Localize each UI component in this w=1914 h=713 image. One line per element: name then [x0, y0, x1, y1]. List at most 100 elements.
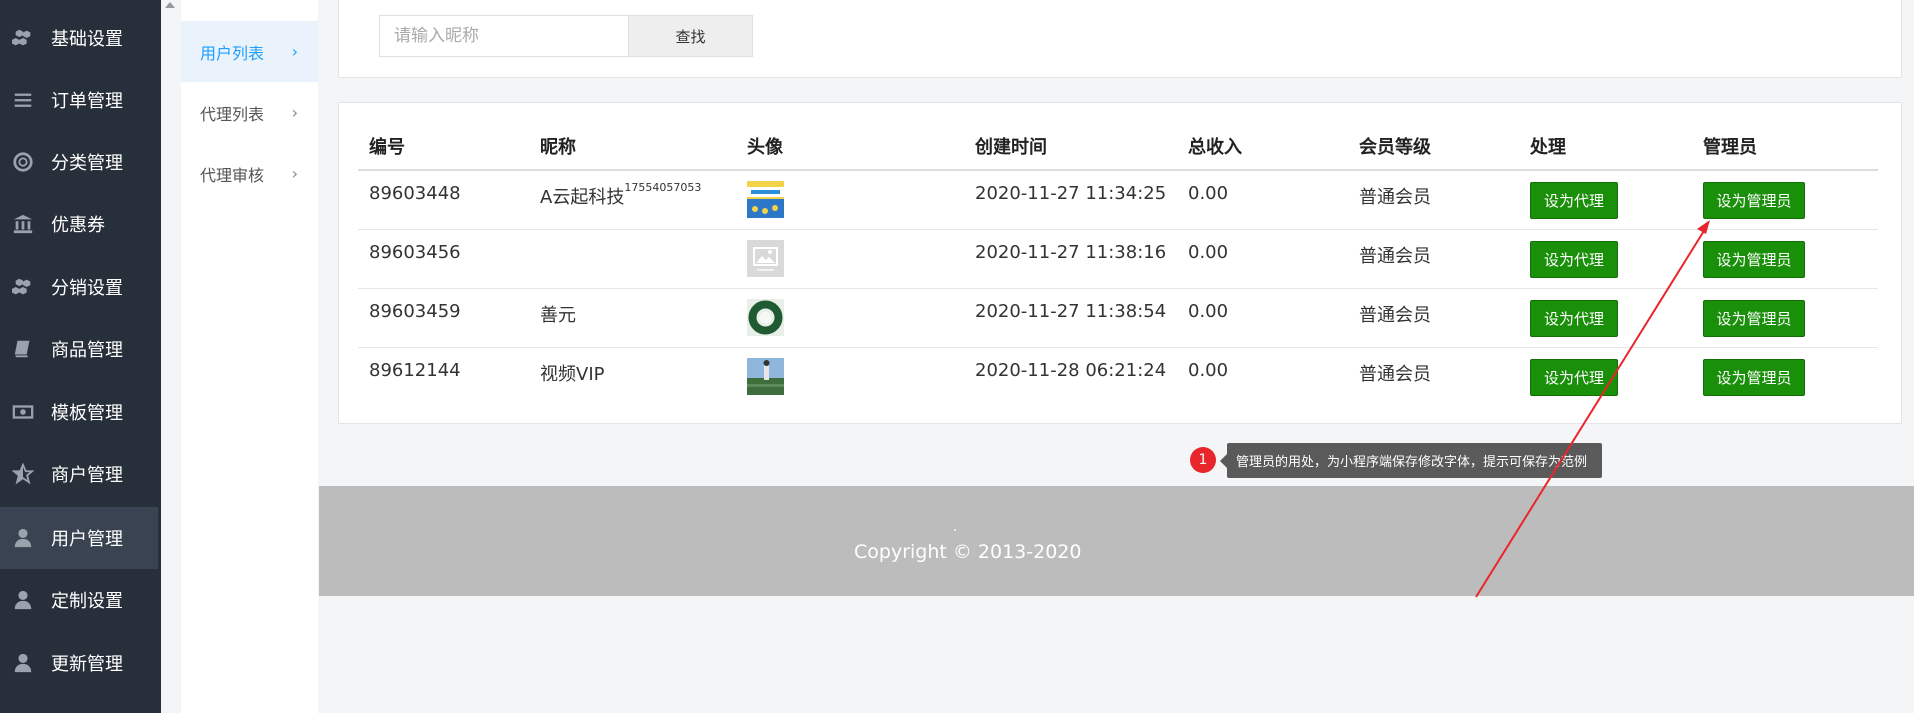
created-time: 2020-11-27 11:34:25: [975, 183, 1167, 204]
admin-cell: 设为管理员: [1692, 348, 1878, 407]
chevron-right-icon: ›: [291, 164, 298, 183]
total-income: 0.00: [1188, 183, 1229, 204]
sidebar-item-merchants[interactable]: 商户管理: [0, 443, 158, 505]
nickname-text: A云起科技: [540, 187, 625, 208]
table-row: 89612144 视频VIP 2020-11-28 06:21:24 0.00 …: [358, 348, 1878, 407]
lifebuoy-icon: [12, 151, 34, 173]
action-cell: 设为代理: [1519, 289, 1692, 347]
member-level: 普通会员: [1359, 305, 1431, 326]
sidebar-item-label: 商品管理: [51, 340, 123, 361]
admin-cell: 设为管理员: [1692, 171, 1878, 229]
set-agent-button[interactable]: 设为代理: [1530, 359, 1618, 396]
set-admin-button[interactable]: 设为管理员: [1703, 300, 1805, 337]
member-level: 普通会员: [1359, 246, 1431, 267]
book-icon: [12, 338, 34, 360]
submenu-item-label: 代理列表: [200, 104, 265, 124]
sidebar-item-updates[interactable]: 更新管理: [0, 632, 158, 694]
admin-cell: 设为管理员: [1692, 230, 1878, 288]
submenu-item-agent-list[interactable]: 代理列表 ›: [181, 82, 318, 143]
sidebar-item-label: 用户管理: [51, 529, 123, 550]
user-icon: [12, 652, 34, 674]
column-header: 头像: [747, 137, 783, 158]
column-header: 编号: [369, 137, 405, 158]
sidebar-item-label: 订单管理: [51, 91, 123, 112]
star-half-icon: [12, 463, 34, 485]
column-header: 管理员: [1703, 137, 1757, 158]
main-sidebar: 基础设置 订单管理 分类管理 优惠券 分销设置 商品管理 模板管理 商户管理 用…: [0, 0, 161, 713]
user-id: 89612144: [369, 360, 461, 381]
nickname-phone: 17554057053: [624, 181, 702, 194]
user-avatar-cell: [736, 171, 964, 229]
user-nickname: A云起科技17554057053: [529, 171, 736, 229]
sidebar-item-custom-settings[interactable]: 定制设置: [0, 569, 158, 631]
set-agent-button[interactable]: 设为代理: [1530, 182, 1618, 219]
user-table: 编号 昵称 头像 创建时间 总收入 会员等级 处理 管理员 89603448 A…: [358, 123, 1878, 407]
user-id: 89603448: [369, 183, 461, 204]
set-agent-button[interactable]: 设为代理: [1530, 300, 1618, 337]
sidebar-item-users[interactable]: 用户管理: [0, 507, 158, 569]
submenu-item-label: 用户列表: [200, 43, 265, 63]
sidebar-item-label: 分销设置: [51, 278, 123, 299]
sidebar-item-coupons[interactable]: 优惠券: [0, 193, 158, 255]
action-cell: 设为代理: [1519, 171, 1692, 229]
avatar: [747, 358, 784, 395]
set-admin-button[interactable]: 设为管理员: [1703, 359, 1805, 396]
user-avatar-cell: [736, 230, 964, 288]
submenu-item-user-list[interactable]: 用户列表 ›: [181, 21, 318, 82]
sidebar-item-label: 优惠券: [51, 215, 105, 236]
created-time: 2020-11-27 11:38:54: [975, 301, 1167, 322]
cubes-icon: [12, 276, 34, 298]
search-input[interactable]: [379, 15, 629, 57]
user-icon: [12, 527, 34, 549]
table-header: 编号 昵称 头像 创建时间 总收入 会员等级 处理 管理员: [358, 123, 1878, 171]
action-cell: 设为代理: [1519, 348, 1692, 407]
user-nickname: [529, 230, 736, 288]
sidebar-item-label: 商户管理: [51, 465, 123, 486]
page-footer: . Copyright © 2013-2020: [319, 486, 1914, 596]
user-nickname: 善元: [540, 305, 576, 326]
created-time: 2020-11-27 11:38:16: [975, 242, 1167, 263]
sidebar-item-label: 定制设置: [51, 591, 123, 612]
sidebar-item-products[interactable]: 商品管理: [0, 318, 158, 380]
money-icon: [12, 401, 34, 423]
member-level: 普通会员: [1359, 364, 1431, 385]
sidebar-item-basic-settings[interactable]: 基础设置: [0, 7, 158, 69]
cubes-icon: [12, 27, 34, 49]
annotation-tooltip: 管理员的用处，为小程序端保存修改字体，提示可保存为范例: [1220, 443, 1602, 478]
scrollbar[interactable]: [161, 0, 181, 713]
total-income: 0.00: [1188, 301, 1229, 322]
user-avatar-cell: [736, 289, 964, 347]
sidebar-item-distribution[interactable]: 分销设置: [0, 256, 158, 318]
column-header: 昵称: [540, 137, 576, 158]
bank-icon: [12, 213, 34, 235]
avatar: [747, 299, 784, 336]
column-header: 总收入: [1188, 137, 1242, 158]
table-row: 89603456 2020-11-27 11:38:16 0.00 普通会员 设…: [358, 230, 1878, 289]
set-admin-button[interactable]: 设为管理员: [1703, 182, 1805, 219]
scroll-up-icon[interactable]: [165, 2, 175, 8]
sidebar-item-orders[interactable]: 订单管理: [0, 69, 158, 131]
sub-menu: 用户列表 › 代理列表 › 代理审核 ›: [181, 0, 318, 713]
sidebar-item-categories[interactable]: 分类管理: [0, 131, 158, 193]
column-header: 处理: [1530, 137, 1566, 158]
sidebar-item-templates[interactable]: 模板管理: [0, 381, 158, 443]
footer-dot: .: [953, 519, 958, 535]
action-cell: 设为代理: [1519, 230, 1692, 288]
set-agent-button[interactable]: 设为代理: [1530, 241, 1618, 278]
submenu-item-agent-review[interactable]: 代理审核 ›: [181, 143, 318, 204]
created-time: 2020-11-28 06:21:24: [975, 360, 1167, 381]
set-admin-button[interactable]: 设为管理员: [1703, 241, 1805, 278]
user-avatar-cell: [736, 348, 964, 407]
total-income: 0.00: [1188, 242, 1229, 263]
list-icon: [12, 89, 34, 111]
table-row: 89603459 善元 2020-11-27 11:38:54 0.00 普通会…: [358, 289, 1878, 348]
copyright-text: Copyright © 2013-2020: [854, 541, 1082, 563]
search-button[interactable]: 查找: [629, 15, 753, 57]
chevron-right-icon: ›: [291, 42, 298, 61]
total-income: 0.00: [1188, 360, 1229, 381]
search-panel: 查找: [338, 0, 1902, 78]
user-icon: [12, 589, 34, 611]
annotation-badge: 1: [1190, 447, 1216, 473]
user-id: 89603456: [369, 242, 461, 263]
table-row: 89603448 A云起科技17554057053 2020-11-27 11:…: [358, 171, 1878, 230]
